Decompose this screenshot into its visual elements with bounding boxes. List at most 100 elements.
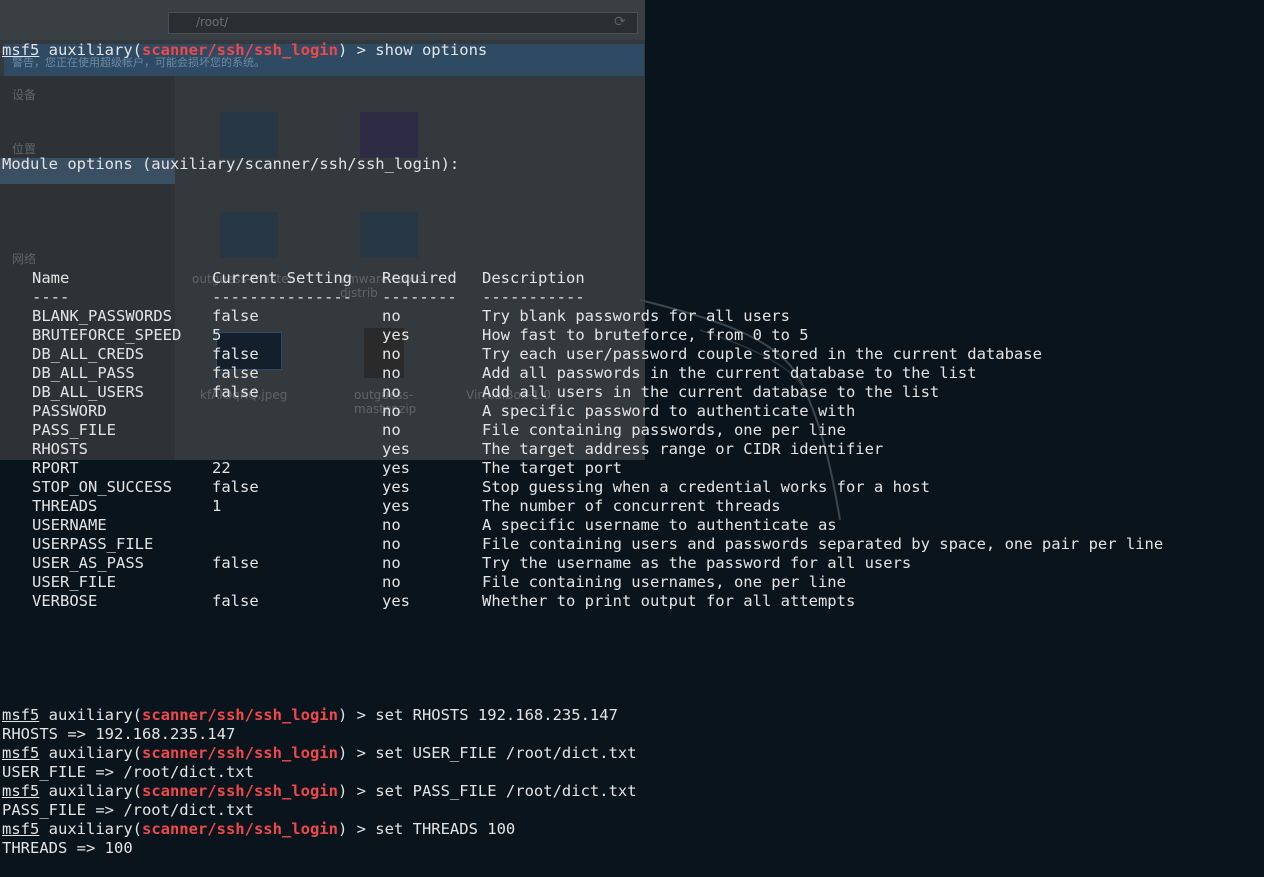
terminal-output: msf5 auxiliary(scanner/ssh/ssh_login) > … <box>2 3 1264 877</box>
option-required: no <box>382 345 401 363</box>
option-current-setting: 1 <box>212 497 222 515</box>
option-current-setting: false <box>212 592 259 610</box>
option-current-setting: false <box>212 383 259 401</box>
prompt-text: ) > <box>337 782 376 800</box>
option-description: A specific username to authenticate as <box>482 516 837 534</box>
command-text: set PASS_FILE /root/dict.txt <box>375 782 637 800</box>
option-name: BRUTEFORCE_SPEED <box>32 326 182 344</box>
prompt-module: scanner/ssh/ssh_login <box>141 41 338 59</box>
header-underline: ----------- <box>482 288 585 306</box>
prompt-module: scanner/ssh/ssh_login <box>141 744 338 762</box>
option-name: BLANK_PASSWORDS <box>32 307 172 325</box>
option-name: USERPASS_FILE <box>32 535 154 553</box>
option-description: File containing users and passwords sepa… <box>482 535 1164 553</box>
column-header: Name <box>32 269 70 287</box>
option-description: The number of concurrent threads <box>482 497 781 515</box>
command-text: set USER_FILE /root/dict.txt <box>375 744 637 762</box>
prompt-user: msf5 <box>2 41 40 59</box>
table-row: USERPASS_FILE no File containing users and… <box>32 535 1163 554</box>
prompt-module: scanner/ssh/ssh_login <box>141 820 338 838</box>
option-description: Try each user/password couple stored in … <box>482 345 1042 363</box>
option-current-setting: 22 <box>212 459 231 477</box>
option-required: no <box>382 402 401 420</box>
option-current-setting <box>212 535 382 554</box>
table-row: DB_ALL_USERS false no Add all users in the … <box>32 383 1163 402</box>
option-required: yes <box>382 592 410 610</box>
option-description: File containing passwords, one per line <box>482 421 846 439</box>
option-required: no <box>382 535 401 553</box>
prompt-text: auxiliary( <box>39 820 142 838</box>
option-name: VERBOSE <box>32 592 98 610</box>
table-row: RPORT 22 yes The target port <box>32 459 1163 478</box>
command-output: THREADS => 100 <box>2 839 133 857</box>
option-current-setting <box>212 440 382 459</box>
command-text: set RHOSTS 192.168.235.147 <box>375 706 618 724</box>
table-row: PASS_FILE no File containing passwords, on… <box>32 421 1163 440</box>
option-description: The target port <box>482 459 622 477</box>
table-header-underline: ---- --------------- -------- ----------… <box>32 288 1163 307</box>
option-description: Stop guessing when a credential works fo… <box>482 478 930 496</box>
command-text: show options <box>375 41 488 59</box>
option-current-setting <box>212 516 382 535</box>
option-name: USER_AS_PASS <box>32 554 144 572</box>
option-description: Try the username as the password for all… <box>482 554 912 572</box>
option-required: no <box>382 364 401 382</box>
table-row: RHOSTS yes The target address range or CID… <box>32 440 1163 459</box>
command-line: msf5 auxiliary(scanner/ssh/ssh_login) > … <box>2 782 1264 801</box>
option-name: USERNAME <box>32 516 107 534</box>
prompt-module: scanner/ssh/ssh_login <box>141 782 338 800</box>
prompt-text: auxiliary( <box>39 744 142 762</box>
prompt-text: auxiliary( <box>39 782 142 800</box>
command-line: msf5 auxiliary(scanner/ssh/ssh_login) > … <box>2 706 1264 725</box>
option-description: Try blank passwords for all users <box>482 307 790 325</box>
column-header: Description <box>482 269 585 287</box>
option-required: no <box>382 307 401 325</box>
option-required: yes <box>382 497 410 515</box>
table-row: USERNAME no A specific username to authent… <box>32 516 1163 535</box>
table-header-row: Name Current Setting Required Descriptio… <box>32 269 1163 288</box>
option-name: DB_ALL_CREDS <box>32 345 144 363</box>
command-output: RHOSTS => 192.168.235.147 <box>2 725 236 743</box>
table-row: STOP_ON_SUCCESS false yes Stop guessing whe… <box>32 478 1163 497</box>
command-line: msf5 auxiliary(scanner/ssh/ssh_login) > … <box>2 41 1264 60</box>
table-row: THREADS 1 yes The number of concurrent thre… <box>32 497 1163 516</box>
prompt-user: msf5 <box>2 744 40 762</box>
prompt-text: auxiliary( <box>39 706 142 724</box>
table-row: BLANK_PASSWORDS false no Try blank password… <box>32 307 1163 326</box>
option-required: no <box>382 516 401 534</box>
option-required: yes <box>382 459 410 477</box>
column-header: Required <box>382 269 457 287</box>
option-description: Whether to print output for all attempts <box>482 592 856 610</box>
option-required: yes <box>382 326 410 344</box>
option-description: Add all passwords in the current databas… <box>482 364 977 382</box>
option-description: File containing usernames, one per line <box>482 573 846 591</box>
prompt-text: ) > <box>337 41 376 59</box>
option-current-setting: false <box>212 478 259 496</box>
option-current-setting: 5 <box>212 326 222 344</box>
prompt-text: ) > <box>337 706 376 724</box>
table-row: USER_AS_PASS false no Try the username as t… <box>32 554 1163 573</box>
option-name: USER_FILE <box>32 573 116 591</box>
option-current-setting: false <box>212 364 259 382</box>
command-line: msf5 auxiliary(scanner/ssh/ssh_login) > … <box>2 820 1264 839</box>
header-underline: -------- <box>382 288 457 306</box>
option-description: A specific password to authenticate with <box>482 402 856 420</box>
header-underline: --------------- <box>212 288 352 306</box>
option-name: DB_ALL_PASS <box>32 364 135 382</box>
option-name: THREADS <box>32 497 98 515</box>
command-history: msf5 auxiliary(scanner/ssh/ssh_login) > … <box>2 706 1264 858</box>
prompt-module: scanner/ssh/ssh_login <box>141 706 338 724</box>
prompt-text: ) > <box>337 820 376 838</box>
option-name: PASSWORD <box>32 402 107 420</box>
prompt-user: msf5 <box>2 782 40 800</box>
command-output: PASS_FILE => /root/dict.txt <box>2 801 254 819</box>
option-required: no <box>382 554 401 572</box>
header-underline: ---- <box>32 288 70 306</box>
table-row: BRUTEFORCE_SPEED 5 yes How fast to brutefor… <box>32 326 1163 345</box>
prompt-user: msf5 <box>2 820 40 838</box>
option-required: yes <box>382 478 410 496</box>
table-row: USER_FILE no File containing usernames, on… <box>32 573 1163 592</box>
option-name: DB_ALL_USERS <box>32 383 144 401</box>
option-required: no <box>382 421 401 439</box>
option-required: no <box>382 573 401 591</box>
